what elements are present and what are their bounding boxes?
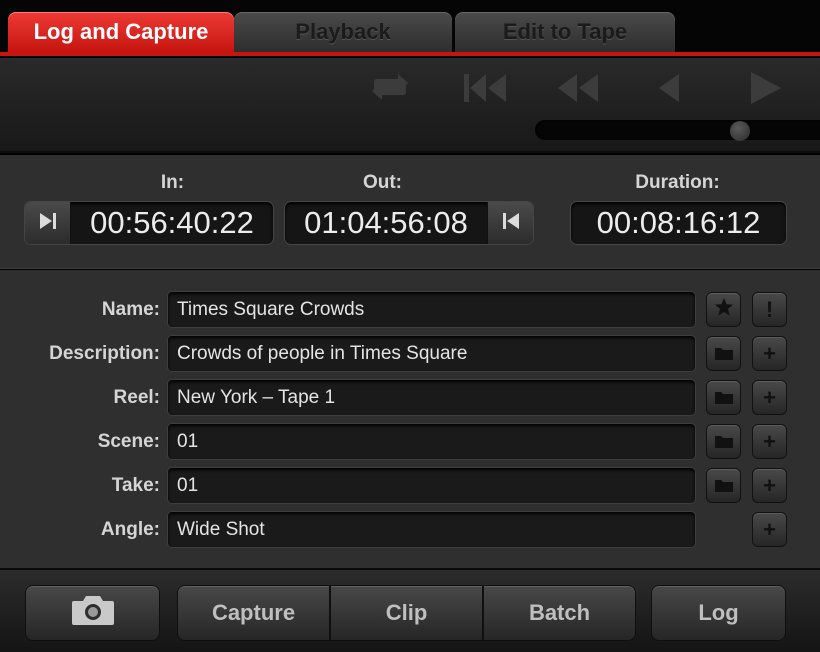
take-field[interactable]: 01: [167, 467, 696, 504]
tab-bar: Log and Capture Playback Edit to Tape: [0, 0, 820, 56]
skip-to-start-icon: [462, 72, 508, 109]
scrub-bar[interactable]: [535, 120, 820, 141]
capture-button[interactable]: Capture: [177, 585, 330, 641]
in-label: In:: [160, 172, 185, 193]
angle-increment-button[interactable]: +: [752, 512, 787, 547]
play-button[interactable]: [735, 70, 795, 110]
name-label: Name:: [101, 299, 160, 320]
camera-icon: [70, 594, 116, 632]
tab-playback[interactable]: Playback: [234, 12, 452, 52]
set-in-button[interactable]: [25, 202, 71, 244]
mark-out-icon: [501, 212, 521, 235]
snapshot-button[interactable]: [25, 585, 160, 641]
rewind-button[interactable]: [548, 70, 608, 110]
in-timecode-value: 00:56:40:22: [90, 205, 254, 240]
step-back-icon: [653, 72, 683, 109]
out-timecode-value: 01:04:56:08: [304, 205, 468, 240]
batch-button[interactable]: Batch: [483, 585, 636, 641]
folder-icon: [714, 341, 734, 367]
folder-icon: [714, 385, 734, 411]
step-back-button[interactable]: [638, 70, 698, 110]
reel-label: Reel:: [113, 387, 160, 408]
tab-underline: [0, 52, 820, 56]
angle-label: Angle:: [100, 519, 160, 540]
scrub-handle[interactable]: [730, 121, 750, 141]
take-label: Take:: [111, 475, 160, 496]
description-presets-button[interactable]: [706, 336, 741, 371]
duration-timecode-field: 00:08:16:12: [570, 201, 787, 245]
bottom-action-bar: Capture Clip Batch Log: [0, 568, 820, 652]
log-button[interactable]: Log: [651, 585, 786, 641]
mark-in-icon: [38, 212, 58, 235]
angle-row: Angle: Wide Shot +: [0, 511, 820, 548]
duration-timecode-value: 00:08:16:12: [596, 205, 761, 240]
skip-to-start-button[interactable]: [455, 70, 515, 110]
clip-metadata-form: Name: Times Square Crowds ! Description:…: [0, 270, 820, 568]
angle-field[interactable]: Wide Shot: [167, 511, 696, 548]
in-timecode-field[interactable]: 00:56:40:22: [24, 201, 274, 245]
star-icon: [714, 297, 734, 323]
take-increment-button[interactable]: +: [752, 468, 787, 503]
reel-increment-button[interactable]: +: [752, 380, 787, 415]
scene-presets-button[interactable]: [706, 424, 741, 459]
duration-label: Duration:: [635, 172, 720, 193]
scene-label: Scene:: [97, 431, 160, 452]
folder-icon: [714, 429, 734, 455]
play-icon: [747, 70, 783, 111]
reel-field[interactable]: New York – Tape 1: [167, 379, 696, 416]
description-increment-button[interactable]: +: [752, 336, 787, 371]
tab-log-and-capture[interactable]: Log and Capture: [8, 12, 234, 52]
set-out-button[interactable]: [487, 202, 533, 244]
reel-presets-button[interactable]: [706, 380, 741, 415]
rewind-icon: [556, 72, 600, 109]
name-field[interactable]: Times Square Crowds: [167, 291, 696, 328]
out-timecode-field[interactable]: 01:04:56:08: [284, 201, 534, 245]
clip-button[interactable]: Clip: [330, 585, 483, 641]
mark-good-button[interactable]: !: [752, 292, 787, 327]
scene-row: Scene: 01 +: [0, 423, 820, 460]
folder-icon: [714, 473, 734, 499]
loop-button[interactable]: [360, 70, 420, 110]
name-row: Name: Times Square Crowds !: [0, 291, 820, 328]
loop-icon: [368, 73, 412, 108]
scene-field[interactable]: 01: [167, 423, 696, 460]
favorite-button[interactable]: [706, 292, 741, 327]
take-row: Take: 01 +: [0, 467, 820, 504]
tab-edit-to-tape[interactable]: Edit to Tape: [455, 12, 675, 52]
out-label: Out:: [362, 172, 403, 193]
scene-increment-button[interactable]: +: [752, 424, 787, 459]
reel-row: Reel: New York – Tape 1 +: [0, 379, 820, 416]
transport-controls: [0, 58, 820, 153]
description-label: Description:: [49, 343, 160, 364]
description-field[interactable]: Crowds of people in Times Square: [167, 335, 696, 372]
description-row: Description: Crowds of people in Times S…: [0, 335, 820, 372]
timecode-panel: In: Out: Duration: 00:56:40:22 01:04:56:…: [0, 155, 820, 269]
take-presets-button[interactable]: [706, 468, 741, 503]
